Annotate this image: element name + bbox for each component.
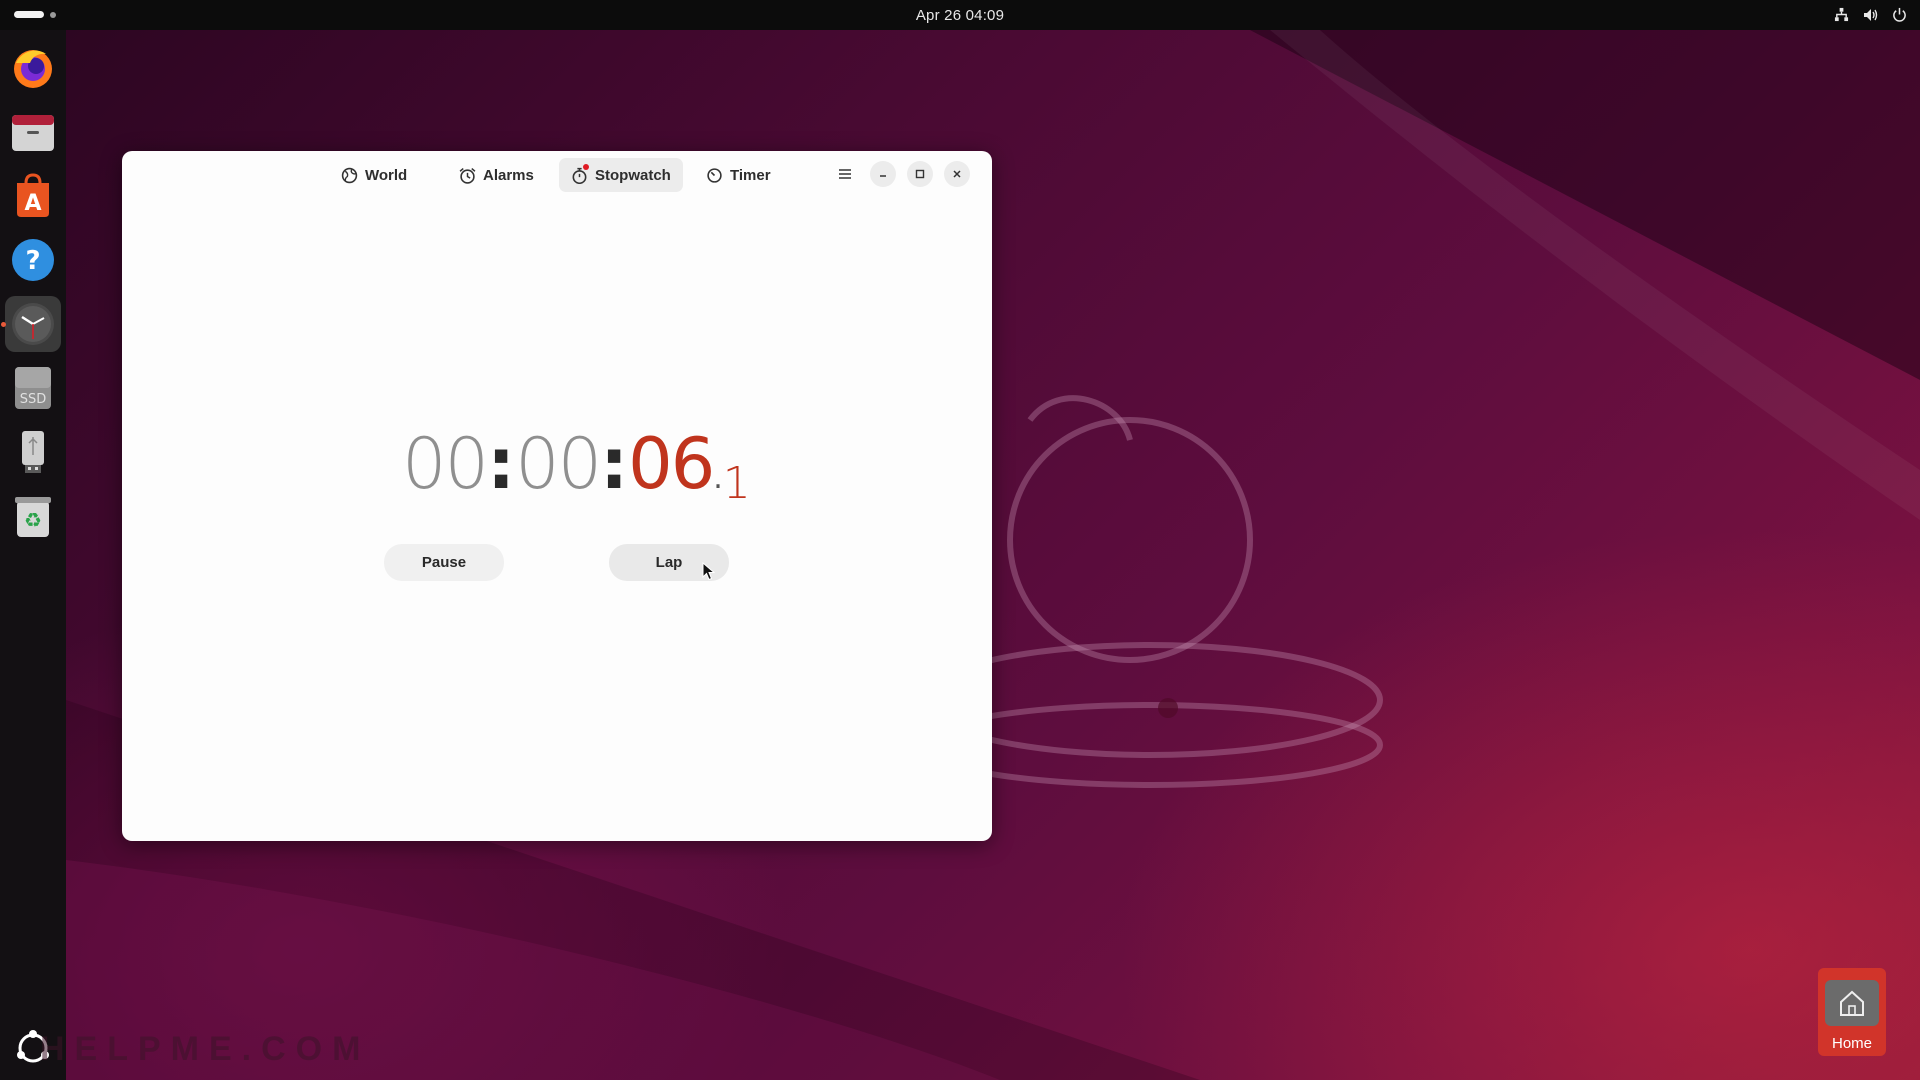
alarm-icon [459,167,476,184]
tab-world[interactable]: World [329,158,419,192]
stopwatch-display: 00:00:06.1 [122,423,992,533]
minimize-button[interactable] [870,161,896,187]
running-indicator [1,322,6,327]
app-center-icon[interactable]: A [5,168,61,224]
date-time[interactable]: Apr 26 04:09 [0,7,1920,24]
maximize-button[interactable] [907,161,933,187]
running-badge [583,163,589,170]
dock: A ? SSD ♻ [0,30,66,1080]
power-icon[interactable] [1891,6,1908,23]
trash-icon[interactable]: ♻ [5,488,61,544]
stopwatch-icon [571,163,589,184]
tab-alarms[interactable]: Alarms [447,158,546,192]
system-tray[interactable] [1833,6,1908,23]
menu-button[interactable] [832,161,858,187]
minimize-icon [880,175,886,177]
tab-timer[interactable]: Timer [694,158,783,192]
network-icon[interactable] [1833,6,1850,23]
home-label: Home [1831,1035,1872,1052]
mouse-cursor-icon [702,562,716,581]
home-folder-shortcut[interactable]: Home [1818,968,1886,1056]
tab-label: Timer [730,166,771,184]
ssd-drive-icon[interactable]: SSD [5,360,61,416]
separator: : [600,423,629,505]
tab-label: Alarms [483,166,534,184]
tab-label: World [365,166,408,184]
close-button[interactable] [944,161,970,187]
firefox-icon[interactable] [5,40,61,96]
svg-text:♻: ♻ [24,508,42,532]
watermark: HELPME.COM [40,1030,371,1068]
clocks-icon[interactable] [5,296,61,352]
maximize-icon [915,169,925,179]
hours-value: 00 [402,423,489,505]
top-bar: Apr 26 04:09 [0,0,1920,30]
tab-label: Stopwatch [595,166,671,184]
clocks-window: World Alarms Stopwatch Timer 00:00:06.1 … [122,151,992,841]
menu-icon [839,169,851,179]
separator: : [487,423,516,505]
svg-text:SSD: SSD [20,392,47,407]
decimal-point: . [713,461,723,496]
svg-text:A: A [24,191,41,216]
tenths-value: 1 [722,458,751,509]
usb-drive-icon[interactable] [5,424,61,480]
pause-button[interactable]: Pause [384,544,504,581]
volume-icon[interactable] [1862,6,1879,23]
minutes-value: 00 [515,423,602,505]
svg-text:?: ? [25,246,40,276]
home-folder-icon [1825,980,1879,1026]
header-bar: World Alarms Stopwatch Timer [122,151,992,197]
tab-stopwatch[interactable]: Stopwatch [559,158,683,192]
help-icon[interactable]: ? [5,232,61,288]
globe-icon [341,167,358,184]
seconds-value: 06 [628,423,715,505]
files-icon[interactable] [5,104,61,160]
timer-icon [706,167,723,184]
close-icon [953,170,961,178]
